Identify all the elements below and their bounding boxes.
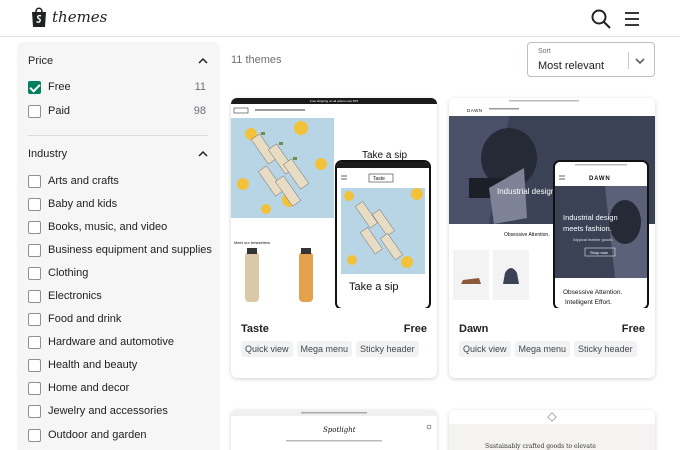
sort-select[interactable]: Sort Most relevant bbox=[527, 42, 655, 77]
chevron-up-icon[interactable] bbox=[198, 56, 208, 66]
preview-headline: Sustainably crafted goods to elevate bbox=[485, 443, 596, 450]
theme-preview-dawn[interactable]: DAWN Industrial design Obsessive Attenti… bbox=[449, 98, 655, 308]
paid-checkbox[interactable] bbox=[28, 105, 41, 118]
checkbox[interactable] bbox=[28, 405, 41, 418]
desktop-preview: Meet our bestsellers bbox=[231, 104, 334, 308]
filter-count: 11 bbox=[194, 81, 206, 93]
filter-label: Business equipment and supplies bbox=[48, 244, 212, 256]
feature-tag: Mega menu bbox=[296, 341, 353, 357]
industry-filter-arts-and-crafts[interactable]: Arts and crafts bbox=[28, 174, 210, 190]
svg-text:Industrial design: Industrial design bbox=[497, 187, 555, 196]
search-icon[interactable] bbox=[590, 8, 612, 30]
theme-card-4[interactable]: Sustainably crafted goods to elevate bbox=[449, 410, 655, 450]
filter-label: Free bbox=[48, 81, 71, 93]
top-bar: themes bbox=[0, 0, 680, 37]
bestsellers-heading: Meet our bestsellers bbox=[234, 240, 270, 245]
svg-text:Taste: Taste bbox=[373, 176, 385, 182]
sort-caption: Sort bbox=[538, 48, 551, 55]
theme-price: Free bbox=[403, 323, 427, 335]
filter-label: Hardware and automotive bbox=[48, 336, 174, 348]
price-section-title[interactable]: Price bbox=[28, 55, 53, 67]
mobile-headline: Take a sip bbox=[349, 281, 399, 293]
industry-filter-jewelry-accessories[interactable]: Jewelry and accessories bbox=[28, 404, 210, 420]
theme-card-dawn[interactable]: DAWN Industrial design Obsessive Attenti… bbox=[449, 98, 655, 378]
theme-preview[interactable]: Sustainably crafted goods to elevate bbox=[449, 410, 655, 450]
filter-label: Health and beauty bbox=[48, 359, 138, 371]
checkbox[interactable] bbox=[28, 429, 41, 442]
filter-label: Home and decor bbox=[48, 382, 130, 394]
theme-card-taste[interactable]: Free shipping on all orders over $75 Mee… bbox=[231, 98, 437, 378]
feature-tag: Sticky header bbox=[574, 341, 637, 357]
feature-tag: Quick view bbox=[459, 341, 511, 357]
checkbox[interactable] bbox=[28, 359, 41, 372]
checkbox[interactable] bbox=[28, 382, 41, 395]
industry-filter-hardware-automotive[interactable]: Hardware and automotive bbox=[28, 335, 210, 351]
spotlight-logo: Spotlight bbox=[323, 426, 356, 434]
svg-text:Industrial design: Industrial design bbox=[563, 213, 618, 222]
theme-preview-taste[interactable]: Free shipping on all orders over $75 Mee… bbox=[231, 98, 437, 308]
filter-label: Food and drink bbox=[48, 313, 122, 325]
checkbox[interactable] bbox=[28, 244, 41, 257]
industry-filter-books-music-video[interactable]: Books, music, and video bbox=[28, 220, 210, 236]
filter-sidebar: Price Free 11 Paid 98 Industry Arts and … bbox=[17, 42, 220, 450]
filter-label: Books, music, and video bbox=[48, 221, 168, 233]
industry-filter-health-beauty[interactable]: Health and beauty bbox=[28, 358, 210, 374]
filter-count: 98 bbox=[193, 105, 206, 117]
sort-value: Most relevant bbox=[538, 60, 605, 72]
feature-tag: Sticky header bbox=[356, 341, 419, 357]
checkbox[interactable] bbox=[28, 198, 41, 211]
checkbox[interactable] bbox=[28, 267, 41, 280]
industry-filter-electronics[interactable]: Electronics bbox=[28, 289, 210, 305]
feature-tag: Quick view bbox=[241, 341, 293, 357]
svg-text:meets fashion.: meets fashion. bbox=[563, 224, 612, 233]
filter-label: Outdoor and garden bbox=[48, 429, 147, 441]
free-checkbox[interactable] bbox=[28, 81, 41, 94]
theme-price: Free bbox=[621, 323, 645, 335]
brand-wordmark[interactable]: themes bbox=[52, 8, 107, 26]
price-filter-free[interactable]: Free 11 bbox=[28, 80, 210, 96]
mobile-preview: DAWN Industrial design meets fashion. At… bbox=[553, 160, 649, 308]
filter-label: Paid bbox=[48, 105, 71, 117]
checkbox[interactable] bbox=[28, 221, 41, 234]
theme-count: 11 themes bbox=[231, 54, 282, 66]
industry-filter-home-decor[interactable]: Home and decor bbox=[28, 381, 210, 397]
industry-filter-business-equipment[interactable]: Business equipment and supplies bbox=[28, 243, 212, 259]
industry-section-title[interactable]: Industry bbox=[28, 148, 67, 160]
checkbox[interactable] bbox=[28, 290, 41, 303]
svg-text:Intelligent Effort.: Intelligent Effort. bbox=[565, 299, 612, 306]
chevron-up-icon[interactable] bbox=[198, 149, 208, 159]
filter-label: Baby and kids bbox=[48, 198, 118, 210]
industry-filter-food-and-drink[interactable]: Food and drink bbox=[28, 312, 210, 328]
industry-filter-outdoor-garden[interactable]: Outdoor and garden bbox=[28, 428, 210, 444]
checkbox[interactable] bbox=[28, 336, 41, 349]
filter-label: Jewelry and accessories bbox=[48, 405, 168, 417]
feature-tags: Quick view Mega menu Sticky header bbox=[241, 341, 419, 357]
price-filter-paid[interactable]: Paid 98 bbox=[28, 104, 210, 120]
theme-name[interactable]: Dawn bbox=[459, 323, 488, 335]
svg-text:DAWN: DAWN bbox=[589, 176, 611, 182]
mobile-cta: Shop now bbox=[590, 250, 608, 255]
filter-label: Clothing bbox=[48, 267, 89, 279]
chevron-down-icon[interactable] bbox=[634, 55, 646, 67]
industry-filter-baby-and-kids[interactable]: Baby and kids bbox=[28, 197, 210, 213]
filter-label: Electronics bbox=[48, 290, 102, 302]
mobile-preview: Taste Take a sip bbox=[335, 160, 431, 308]
sort-separator bbox=[628, 52, 629, 69]
section-divider bbox=[28, 135, 208, 136]
theme-card-spotlight[interactable]: Spotlight bbox=[231, 410, 437, 450]
feature-tags: Quick view Mega menu Sticky header bbox=[459, 341, 637, 357]
filter-label: Arts and crafts bbox=[48, 175, 119, 187]
hamburger-menu-icon[interactable] bbox=[622, 9, 642, 29]
feature-tag: Mega menu bbox=[514, 341, 571, 357]
shopify-bag-icon[interactable] bbox=[30, 6, 48, 28]
checkbox[interactable] bbox=[28, 313, 41, 326]
desktop-logo: DAWN bbox=[467, 108, 483, 113]
mobile-subline: Atypical leather goods bbox=[573, 237, 612, 242]
industry-filter-clothing[interactable]: Clothing bbox=[28, 266, 210, 282]
svg-text:Obsessive Attention.: Obsessive Attention. bbox=[504, 232, 550, 238]
svg-text:Obsessive Attention.: Obsessive Attention. bbox=[563, 289, 622, 296]
theme-preview[interactable]: Spotlight bbox=[231, 410, 437, 450]
theme-name[interactable]: Taste bbox=[241, 323, 269, 335]
checkbox[interactable] bbox=[28, 175, 41, 188]
